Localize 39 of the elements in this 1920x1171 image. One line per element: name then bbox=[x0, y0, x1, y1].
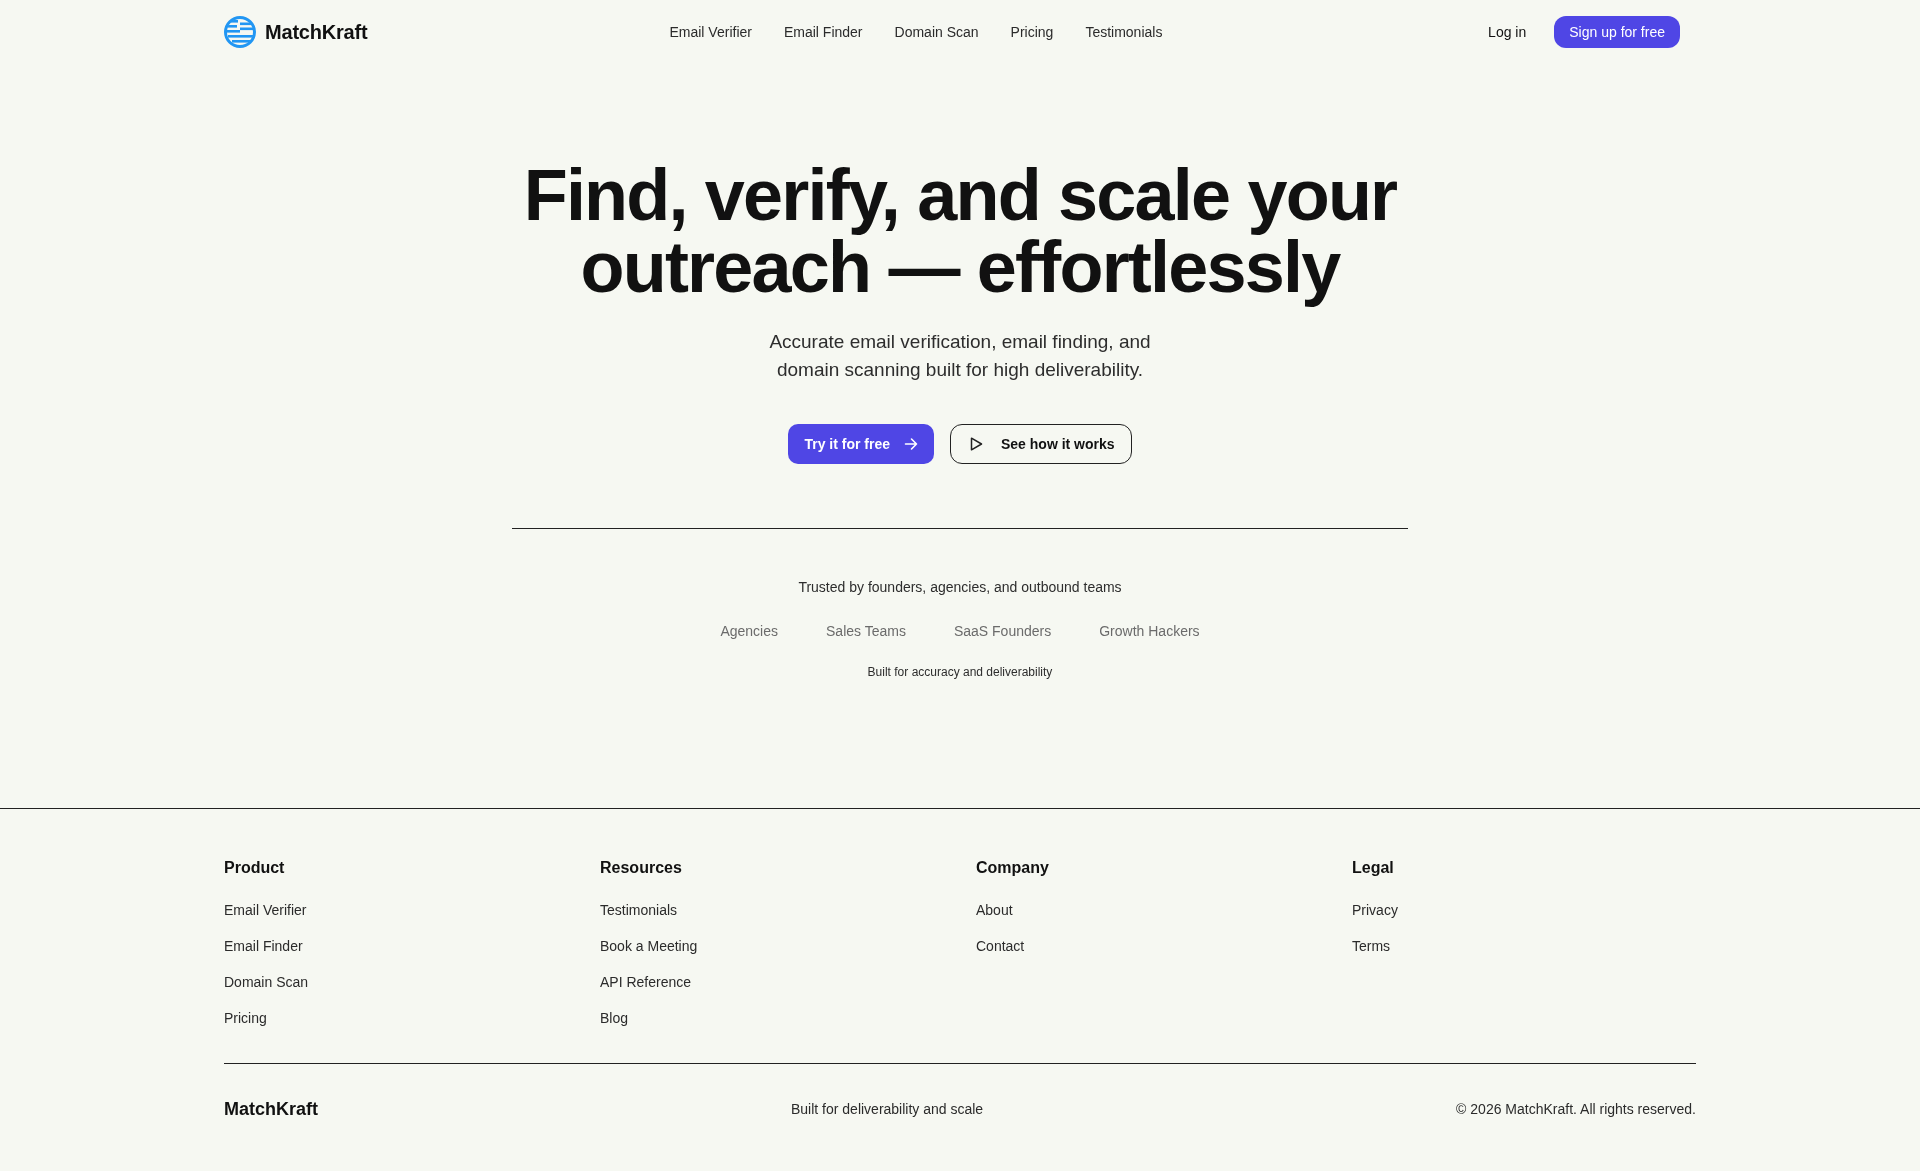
hero-subtitle: Accurate email verification, email finding, and domain scanning built for high deliverability. bbox=[768, 330, 1152, 382]
nav-link[interactable]: Email Finder bbox=[783, 24, 863, 40]
nav-link[interactable]: Domain Scan bbox=[894, 24, 979, 40]
footer-tagline: Built for deliverability and scale bbox=[790, 1101, 984, 1117]
play-icon bbox=[969, 437, 983, 451]
audience-label: Sales Teams bbox=[826, 622, 906, 641]
footer-link[interactable]: Testimonials bbox=[600, 900, 678, 920]
audience-label: SaaS Founders bbox=[953, 622, 1052, 641]
footer-heading: Company bbox=[976, 858, 1050, 878]
arrow-right-icon bbox=[904, 437, 918, 451]
trust-note: Built for accuracy and deliverability bbox=[867, 664, 1053, 681]
footer-brand: MatchKraft bbox=[224, 1098, 318, 1120]
try-free-button[interactable]: Try it for free bbox=[788, 424, 934, 464]
footer-heading: Resources bbox=[600, 858, 683, 878]
footer-link[interactable]: Blog bbox=[600, 1008, 629, 1028]
audience-label: Growth Hackers bbox=[1099, 622, 1200, 641]
logo-icon bbox=[224, 16, 256, 48]
footer-link[interactable]: About bbox=[976, 900, 1013, 920]
see-how-button[interactable]: See how it works bbox=[950, 424, 1132, 464]
footer-link[interactable]: Contact bbox=[976, 936, 1025, 956]
footer-link[interactable]: Email Verifier bbox=[224, 900, 307, 920]
footer-link[interactable]: Book a Meeting bbox=[600, 936, 698, 956]
footer-link[interactable]: Domain Scan bbox=[224, 972, 309, 992]
footer-link[interactable]: Privacy bbox=[1352, 900, 1398, 920]
signup-button[interactable]: Sign up for free bbox=[1554, 16, 1680, 48]
footer-link[interactable]: Pricing bbox=[224, 1008, 267, 1028]
footer-link[interactable]: API Reference bbox=[600, 972, 692, 992]
nav-link[interactable]: Pricing bbox=[1010, 24, 1054, 40]
trusted-heading: Trusted by founders, agencies, and outbound teams bbox=[798, 578, 1122, 597]
brand-name[interactable]: MatchKraft bbox=[265, 20, 368, 44]
footer-link[interactable]: Email Finder bbox=[224, 936, 303, 956]
copyright-text: © 2026 MatchKraft. All rights reserved. bbox=[1456, 1101, 1696, 1117]
nav-link[interactable]: Email Verifier bbox=[669, 24, 752, 40]
audience-label: Agencies bbox=[720, 622, 778, 641]
footer-link[interactable]: Terms bbox=[1352, 936, 1391, 956]
footer-heading: Product bbox=[224, 858, 286, 878]
footer-heading: Legal bbox=[1352, 858, 1395, 878]
nav-link[interactable]: Testimonials bbox=[1085, 24, 1163, 40]
login-link[interactable]: Log in bbox=[1488, 24, 1527, 40]
